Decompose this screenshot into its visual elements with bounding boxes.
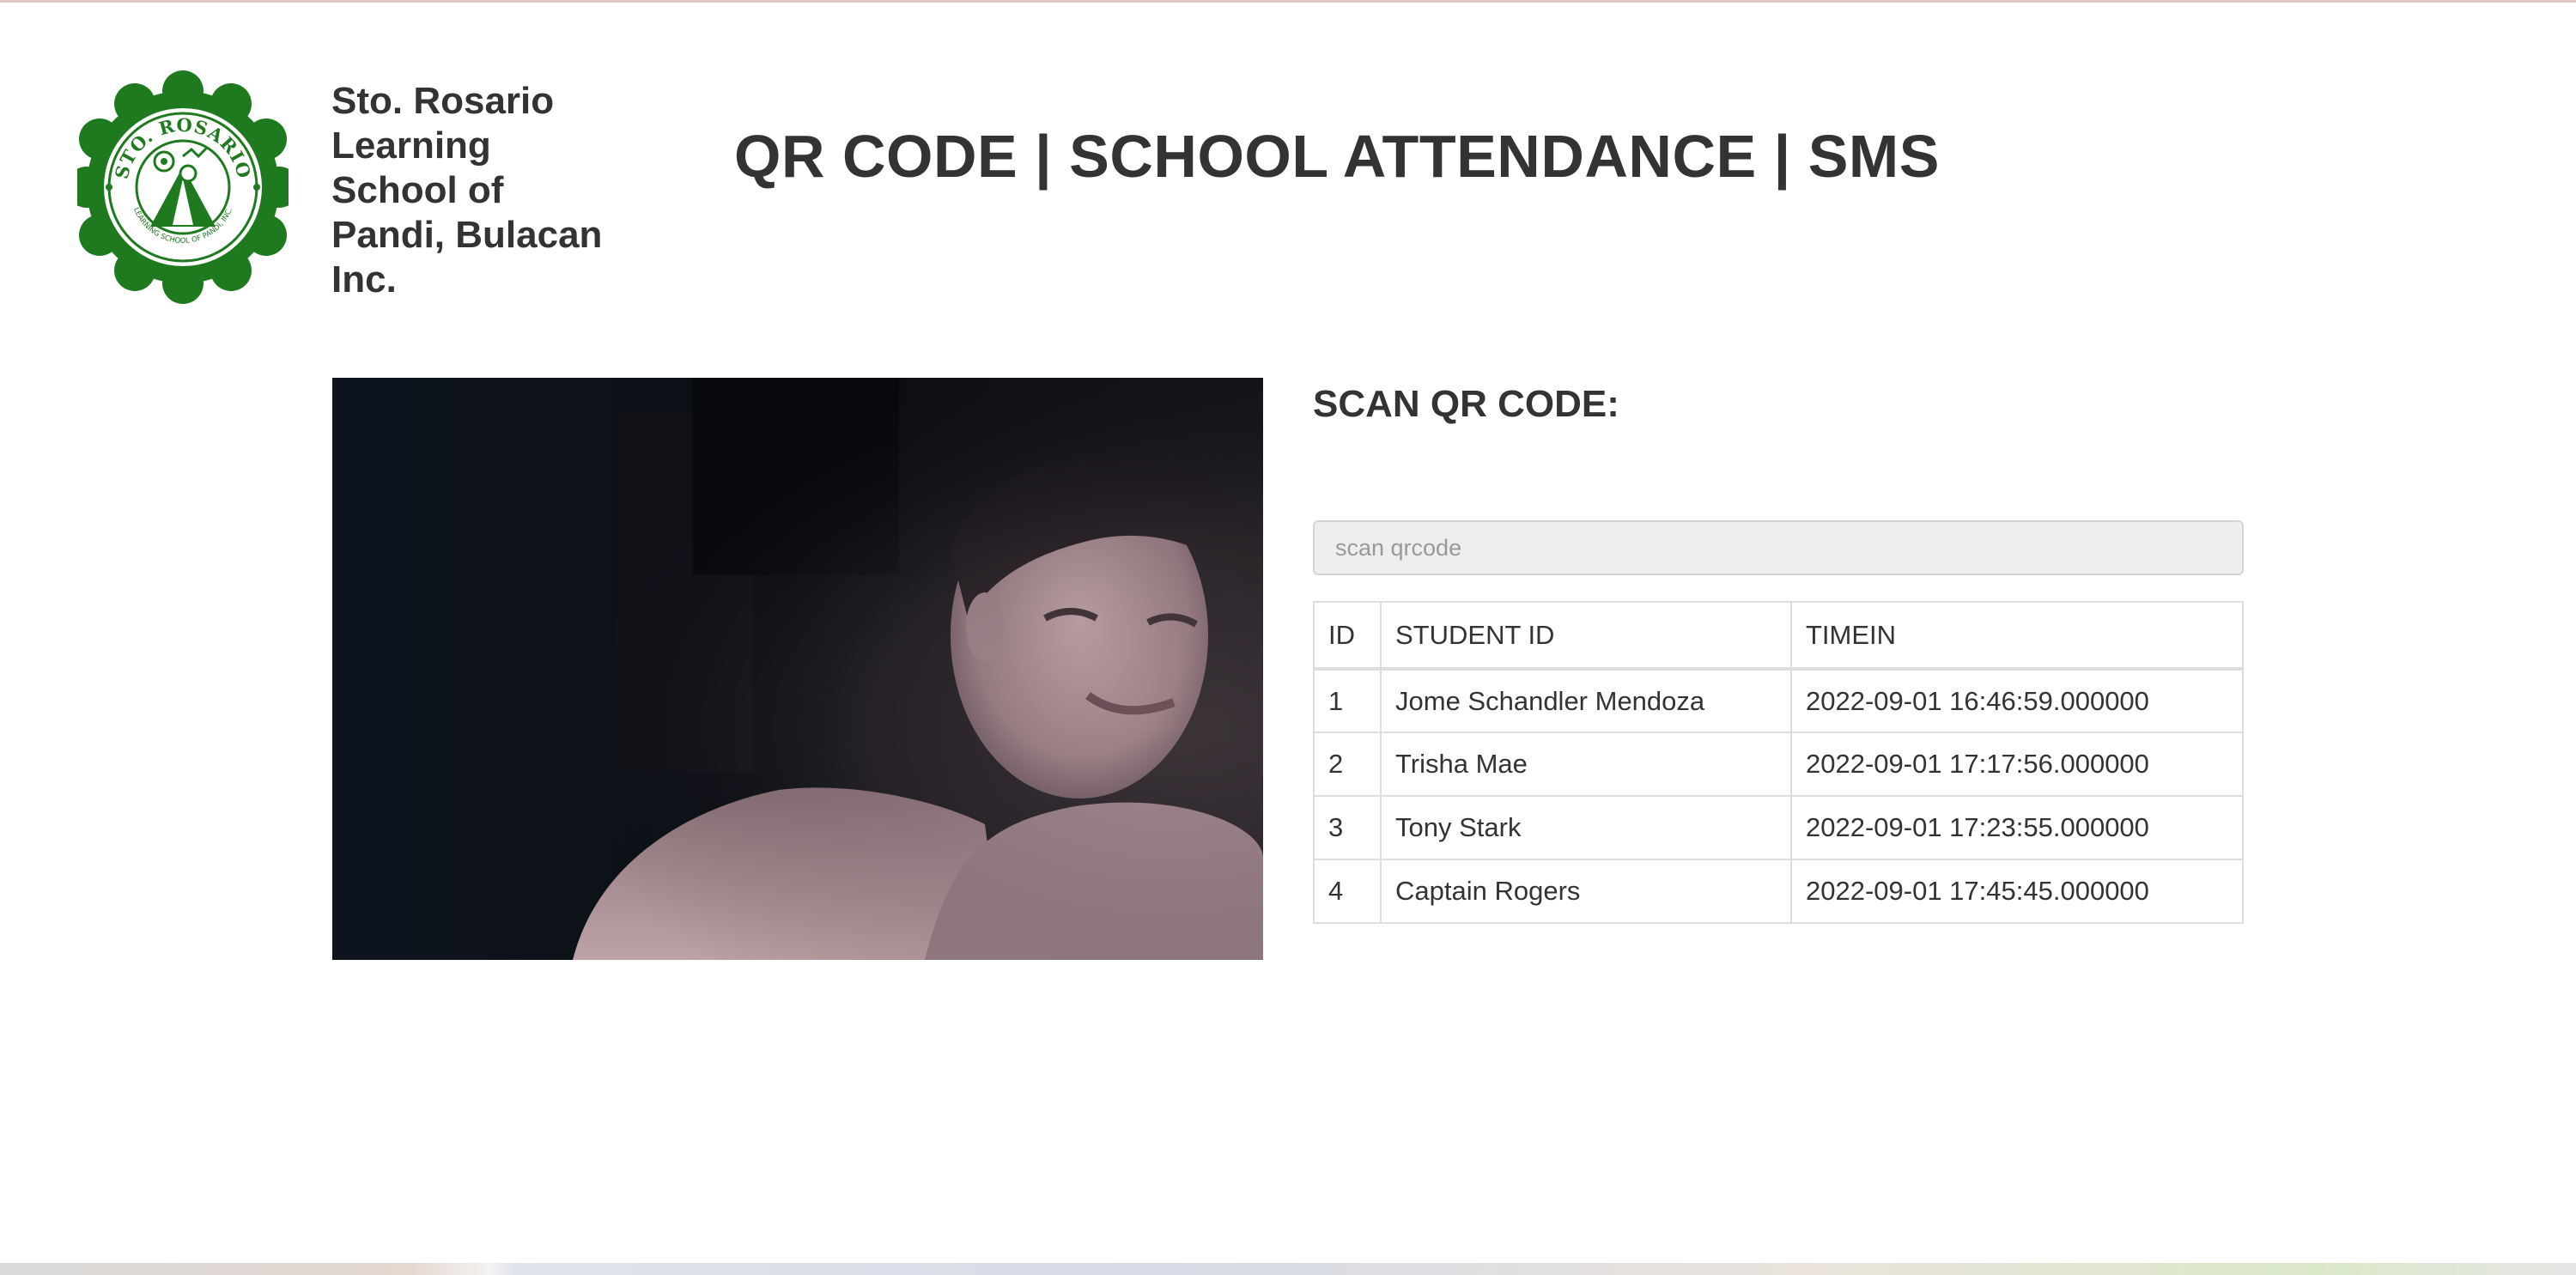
table-header-row: ID STUDENT ID TIMEIN [1313,601,2244,671]
table-row: 3 Tony Stark 2022-09-01 17:23:55.000000 [1313,795,2244,860]
table-row: 1 Jome Schandler Mendoza 2022-09-01 16:4… [1313,668,2244,733]
taskbar-strip [0,1263,2576,1275]
cell-id: 3 [1313,795,1382,860]
cell-student: Captain Rogers [1380,859,1792,924]
top-border-line [0,0,2576,3]
camera-preview [332,378,1263,960]
table-row: 4 Captain Rogers 2022-09-01 17:45:45.000… [1313,859,2244,924]
cell-timein: 2022-09-01 17:17:56.000000 [1790,732,2244,797]
school-name: Sto. Rosario Learning School of Pandi, B… [331,80,603,301]
scan-qrcode-input[interactable] [1313,520,2244,575]
cell-id: 2 [1313,732,1382,797]
cell-id: 1 [1313,668,1382,733]
attendance-table: ID STUDENT ID TIMEIN 1 Jome Schandler Me… [1313,601,2244,924]
column-header-id: ID [1313,601,1382,671]
cell-id: 4 [1313,859,1382,924]
cell-timein: 2022-09-01 16:46:59.000000 [1790,668,2244,733]
cell-student: Jome Schandler Mendoza [1380,668,1792,733]
column-header-timein: TIMEIN [1790,601,2244,671]
column-header-student-id: STUDENT ID [1380,601,1792,671]
cell-timein: 2022-09-01 17:45:45.000000 [1790,859,2244,924]
cell-timein: 2022-09-01 17:23:55.000000 [1790,795,2244,860]
cell-student: Trisha Mae [1380,732,1792,797]
cell-student: Tony Stark [1380,795,1792,860]
scan-qr-heading: SCAN QR CODE: [1313,383,1619,425]
school-logo: STO. ROSARIO LEARNING SCHOOL OF PANDI, I… [77,70,289,304]
page-title: QR CODE | SCHOOL ATTENDANCE | SMS [734,123,1940,190]
table-row: 2 Trisha Mae 2022-09-01 17:17:56.000000 [1313,732,2244,797]
